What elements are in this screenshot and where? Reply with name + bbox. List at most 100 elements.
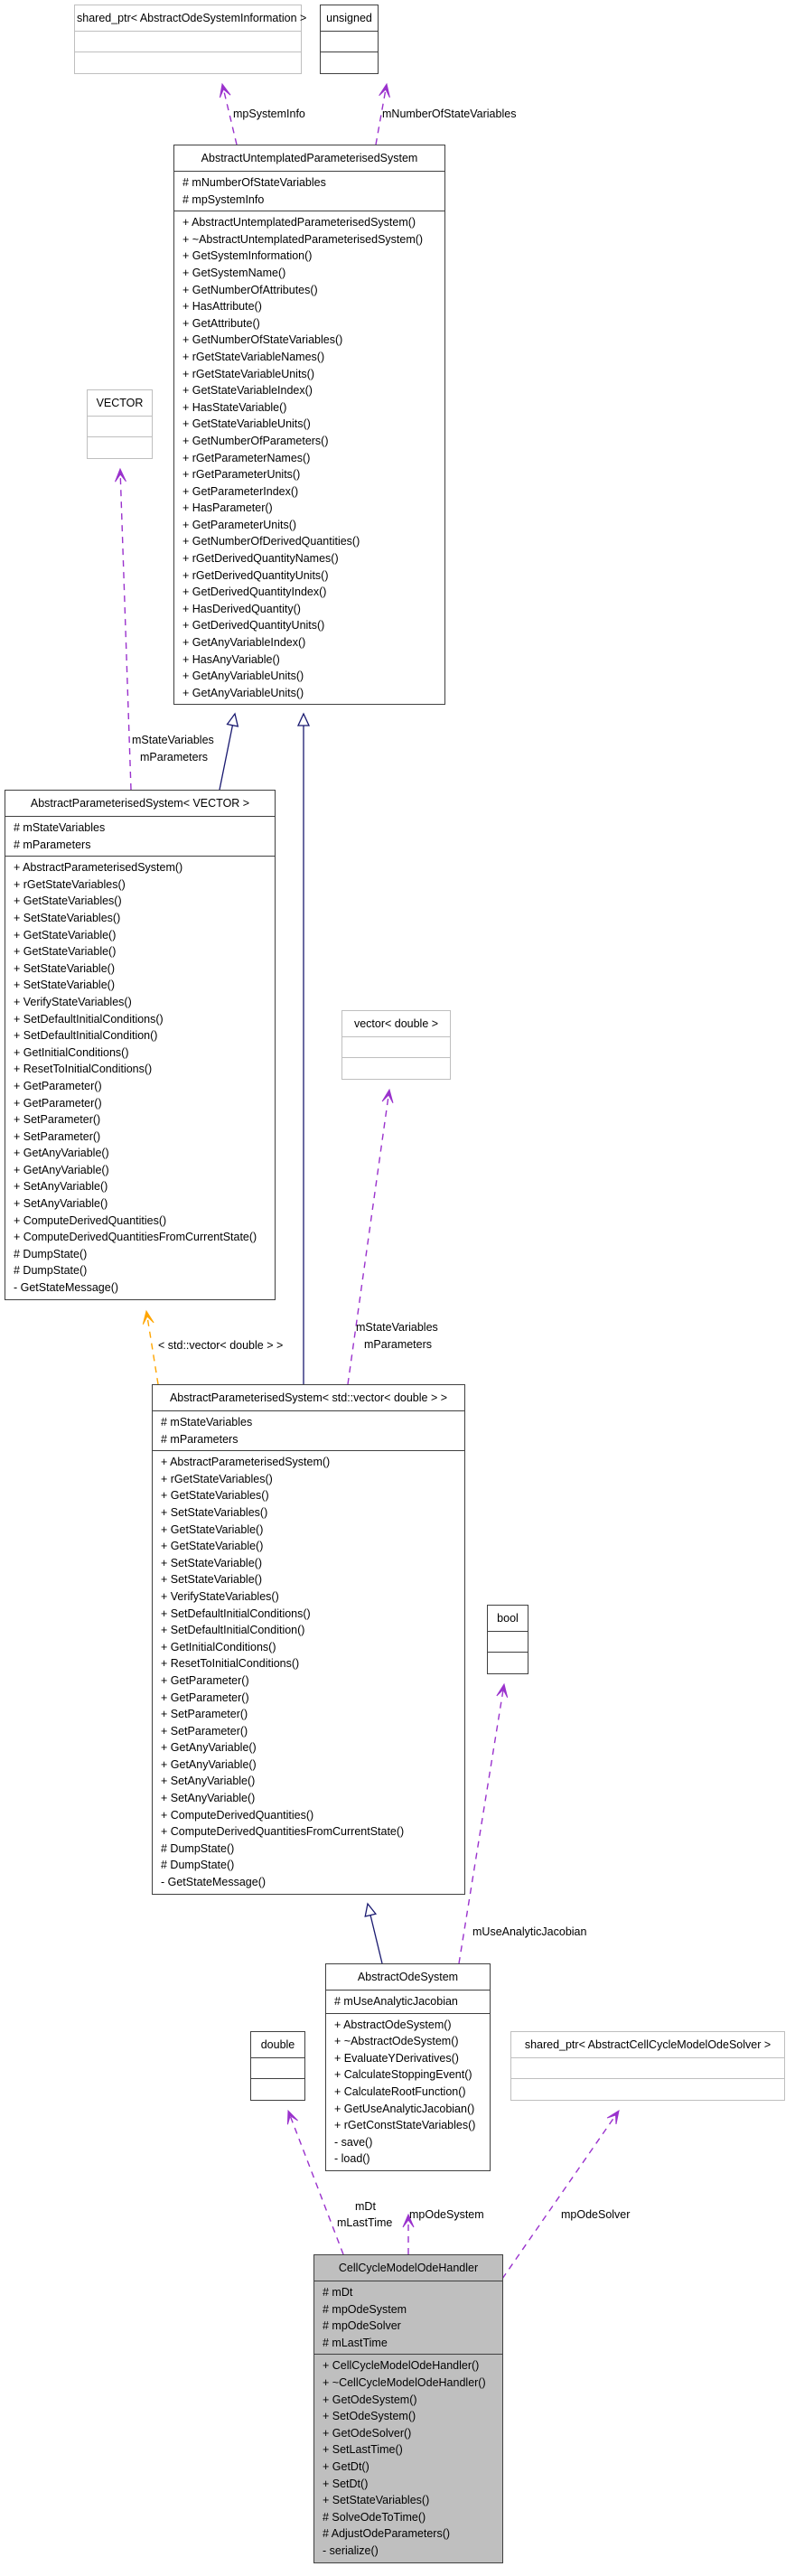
method-row[interactable]: + GetStateVariable() bbox=[14, 943, 266, 960]
method-row[interactable]: - load() bbox=[334, 2150, 481, 2168]
attribute-row[interactable]: # mpOdeSystem bbox=[323, 2301, 493, 2318]
method-row[interactable]: + AbstractParameterisedSystem() bbox=[14, 859, 266, 876]
method-row[interactable]: + ResetToInitialConditions() bbox=[14, 1061, 266, 1078]
attribute-row[interactable]: # mDt bbox=[323, 2284, 493, 2301]
method-row[interactable]: + ComputeDerivedQuantitiesFromCurrentSta… bbox=[161, 1823, 455, 1841]
method-row[interactable]: + ComputeDerivedQuantities() bbox=[161, 1807, 455, 1824]
method-row[interactable]: + GetStateVariableUnits() bbox=[182, 416, 435, 433]
class-box-abstract-parameterised-system-std-vector-double[interactable]: AbstractParameterisedSystem< std::vector… bbox=[152, 1384, 465, 1895]
method-row[interactable]: + GetDerivedQuantityUnits() bbox=[182, 617, 435, 634]
method-row[interactable]: + HasDerivedQuantity() bbox=[182, 601, 435, 618]
method-row[interactable]: + rGetStateVariableNames() bbox=[182, 349, 435, 366]
method-row[interactable]: + GetInitialConditions() bbox=[14, 1044, 266, 1062]
class-box-abstract-untemplated-parameterised-system[interactable]: AbstractUntemplatedParameterisedSystem # … bbox=[173, 145, 445, 706]
method-row[interactable]: + HasStateVariable() bbox=[182, 399, 435, 417]
method-row[interactable]: + VerifyStateVariables() bbox=[14, 994, 266, 1011]
method-row[interactable]: + GetDt() bbox=[323, 2459, 493, 2476]
method-row[interactable]: + ~AbstractOdeSystem() bbox=[334, 2033, 481, 2050]
attribute-row[interactable]: # mStateVariables bbox=[161, 1414, 455, 1431]
method-row[interactable]: + AbstractOdeSystem() bbox=[334, 2017, 481, 2034]
method-row[interactable]: + SetLastTime() bbox=[323, 2441, 493, 2459]
method-row[interactable]: + GetStateVariables() bbox=[161, 1487, 455, 1504]
class-box-abstract-parameterised-system-vector[interactable]: AbstractParameterisedSystem< VECTOR > # m… bbox=[5, 790, 276, 1300]
method-row[interactable]: + SetAnyVariable() bbox=[14, 1178, 266, 1195]
method-row[interactable]: - GetStateMessage() bbox=[161, 1874, 455, 1891]
method-row[interactable]: + SetStateVariable() bbox=[161, 1555, 455, 1572]
method-row[interactable]: + SetDefaultInitialCondition() bbox=[14, 1027, 266, 1044]
method-row[interactable]: # DumpState() bbox=[161, 1841, 455, 1858]
method-row[interactable]: + GetDerivedQuantityIndex() bbox=[182, 584, 435, 601]
method-row[interactable]: + GetAnyVariable() bbox=[161, 1756, 455, 1774]
method-row[interactable]: + GetAnyVariable() bbox=[161, 1739, 455, 1756]
method-row[interactable]: + SetAnyVariable() bbox=[14, 1195, 266, 1213]
method-row[interactable]: + GetSystemName() bbox=[182, 265, 435, 282]
attribute-row[interactable]: # mpSystemInfo bbox=[182, 192, 435, 209]
method-row[interactable]: + SetParameter() bbox=[161, 1706, 455, 1723]
method-row[interactable]: + SetAnyVariable() bbox=[161, 1773, 455, 1790]
method-row[interactable]: - GetStateMessage() bbox=[14, 1279, 266, 1297]
method-row[interactable]: + GetParameter() bbox=[14, 1095, 266, 1112]
method-row[interactable]: + GetNumberOfParameters() bbox=[182, 433, 435, 450]
method-row[interactable]: + SetDt() bbox=[323, 2476, 493, 2493]
class-box-double[interactable]: double bbox=[250, 2031, 305, 2101]
method-row[interactable]: + ComputeDerivedQuantitiesFromCurrentSta… bbox=[14, 1229, 266, 1246]
method-row[interactable]: + GetOdeSolver() bbox=[323, 2425, 493, 2442]
method-row[interactable]: + GetParameterUnits() bbox=[182, 517, 435, 534]
method-row[interactable]: + GetAttribute() bbox=[182, 315, 435, 333]
method-row[interactable]: # DumpState() bbox=[14, 1246, 266, 1263]
method-row[interactable]: + GetParameterIndex() bbox=[182, 483, 435, 501]
method-row[interactable]: + SetStateVariable() bbox=[161, 1571, 455, 1588]
class-box-shared-ptr-cell-cycle-model-ode-solver[interactable]: shared_ptr< AbstractCellCycleModelOdeSol… bbox=[510, 2031, 785, 2101]
method-row[interactable]: + rGetParameterUnits() bbox=[182, 466, 435, 483]
method-row[interactable]: # DumpState() bbox=[161, 1857, 455, 1874]
method-row[interactable]: + EvaluateYDerivatives() bbox=[334, 2050, 481, 2067]
method-row[interactable]: + GetNumberOfStateVariables() bbox=[182, 332, 435, 349]
method-row[interactable]: # AdjustOdeParameters() bbox=[323, 2525, 493, 2543]
method-row[interactable]: + ResetToInitialConditions() bbox=[161, 1655, 455, 1672]
method-row[interactable]: + GetStateVariable() bbox=[161, 1538, 455, 1555]
method-row[interactable]: + GetAnyVariableUnits() bbox=[182, 668, 435, 685]
method-row[interactable]: + GetParameter() bbox=[161, 1672, 455, 1690]
method-row[interactable]: + rGetStateVariableUnits() bbox=[182, 366, 435, 383]
method-row[interactable]: + SetAnyVariable() bbox=[161, 1790, 455, 1807]
method-row[interactable]: - save() bbox=[334, 2134, 481, 2151]
method-row[interactable]: + HasAttribute() bbox=[182, 298, 435, 315]
method-row[interactable]: + GetStateVariableIndex() bbox=[182, 382, 435, 399]
method-row[interactable]: + GetNumberOfDerivedQuantities() bbox=[182, 533, 435, 550]
method-row[interactable]: + SetDefaultInitialConditions() bbox=[161, 1606, 455, 1623]
method-row[interactable]: + HasAnyVariable() bbox=[182, 651, 435, 669]
method-row[interactable]: + SetDefaultInitialConditions() bbox=[14, 1011, 266, 1028]
method-row[interactable]: + rGetDerivedQuantityUnits() bbox=[182, 567, 435, 585]
method-row[interactable]: + SetDefaultInitialCondition() bbox=[161, 1622, 455, 1639]
class-box-vector-double[interactable]: vector< double > bbox=[341, 1010, 451, 1080]
method-row[interactable]: + GetAnyVariable() bbox=[14, 1162, 266, 1179]
method-row[interactable]: + GetStateVariables() bbox=[14, 893, 266, 910]
method-row[interactable]: + GetStateVariable() bbox=[161, 1522, 455, 1539]
method-row[interactable]: + GetInitialConditions() bbox=[161, 1639, 455, 1656]
method-row[interactable]: + GetParameter() bbox=[14, 1078, 266, 1095]
class-box-shared-ptr-ode-system-information[interactable]: shared_ptr< AbstractOdeSystemInformation… bbox=[74, 5, 306, 74]
class-box-bool[interactable]: bool bbox=[487, 1605, 528, 1674]
attribute-row[interactable]: # mStateVariables bbox=[14, 820, 266, 837]
method-row[interactable]: + SetStateVariables() bbox=[161, 1504, 455, 1522]
method-row[interactable]: + HasParameter() bbox=[182, 500, 435, 517]
method-row[interactable]: + GetAnyVariable() bbox=[14, 1145, 266, 1162]
method-row[interactable]: + rGetParameterNames() bbox=[182, 450, 435, 467]
method-row[interactable]: + rGetStateVariables() bbox=[14, 876, 266, 894]
method-row[interactable]: + rGetDerivedQuantityNames() bbox=[182, 550, 435, 567]
attribute-row[interactable]: # mParameters bbox=[161, 1431, 455, 1448]
method-row[interactable]: + SetOdeSystem() bbox=[323, 2408, 493, 2425]
method-row[interactable]: + AbstractUntemplatedParameterisedSystem… bbox=[182, 214, 435, 231]
method-row[interactable]: + rGetConstStateVariables() bbox=[334, 2117, 481, 2134]
method-row[interactable]: + CalculateStoppingEvent() bbox=[334, 2066, 481, 2084]
method-row[interactable]: + SetStateVariables() bbox=[323, 2492, 493, 2509]
method-row[interactable]: + GetSystemInformation() bbox=[182, 248, 435, 265]
method-row[interactable]: + SetStateVariable() bbox=[14, 977, 266, 994]
class-box-unsigned[interactable]: unsigned bbox=[320, 5, 379, 74]
method-row[interactable]: + GetAnyVariableIndex() bbox=[182, 634, 435, 651]
method-row[interactable]: + ComputeDerivedQuantities() bbox=[14, 1213, 266, 1230]
method-row[interactable]: - serialize() bbox=[323, 2543, 493, 2560]
class-box-vector-template-param[interactable]: VECTOR bbox=[87, 389, 153, 459]
method-row[interactable]: + SetParameter() bbox=[14, 1111, 266, 1129]
method-row[interactable]: # DumpState() bbox=[14, 1262, 266, 1279]
